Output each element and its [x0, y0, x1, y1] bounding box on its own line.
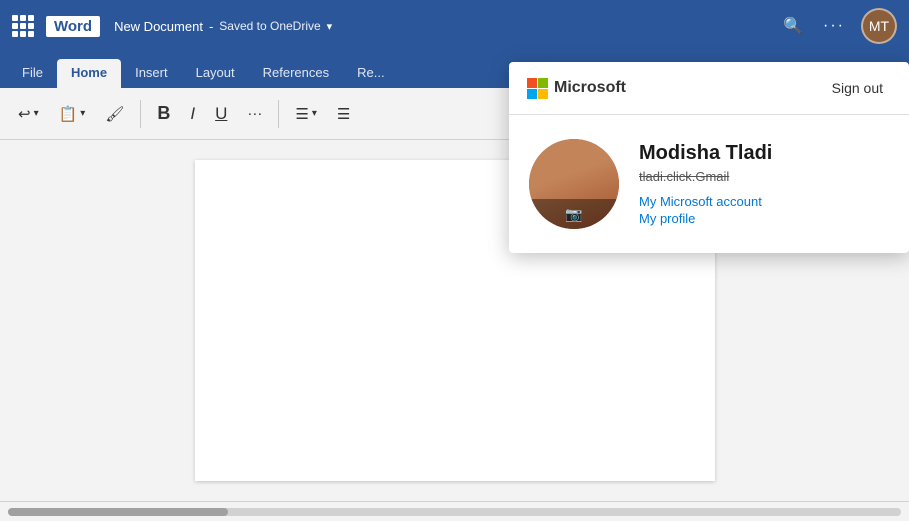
profile-popup: Microsoft Sign out 📷 Modisha Tladi tladi…	[509, 62, 909, 253]
user-avatar[interactable]: MT	[861, 8, 897, 44]
doc-name: New Document	[114, 19, 203, 34]
profile-info: Modisha Tladi tladi.click.Gmail My Micro…	[639, 142, 889, 226]
list-button[interactable]: ☰ ▾	[287, 100, 324, 128]
my-profile-link[interactable]: My profile	[639, 211, 889, 226]
format-painter-button[interactable]: 🖌	[97, 100, 132, 128]
title-separator: -	[209, 19, 213, 34]
sign-out-button[interactable]: Sign out	[824, 76, 891, 100]
separator-2	[278, 100, 279, 128]
italic-icon: I	[190, 104, 195, 124]
tab-file[interactable]: File	[8, 59, 57, 88]
camera-overlay: 📷	[529, 199, 619, 229]
more-format-icon: ···	[247, 105, 262, 122]
separator-1	[140, 100, 141, 128]
list-chevron: ▾	[312, 108, 317, 119]
undo-chevron: ▾	[34, 108, 39, 119]
tab-insert[interactable]: Insert	[121, 59, 182, 88]
tab-references[interactable]: References	[249, 59, 343, 88]
list-icon: ☰	[295, 105, 308, 123]
document-title: New Document - Saved to OneDrive ▾	[114, 19, 771, 34]
ms-sq1	[527, 78, 537, 88]
ms-sq4	[538, 89, 548, 99]
scroll-thumb[interactable]	[8, 508, 228, 516]
ms-sq2	[538, 78, 548, 88]
profile-email: tladi.click.Gmail	[639, 169, 889, 184]
tab-review[interactable]: Re...	[343, 59, 398, 88]
bold-icon: B	[157, 103, 170, 124]
clipboard-button[interactable]: 📋 ▾	[51, 100, 94, 128]
profile-links: My Microsoft account My profile	[639, 194, 889, 226]
underline-button[interactable]: U	[207, 99, 235, 129]
format-painter-icon: 🖌	[105, 105, 124, 123]
undo-icon: ↩	[18, 105, 31, 123]
undo-button[interactable]: ↩ ▾	[10, 100, 47, 128]
popup-header: Microsoft Sign out	[509, 62, 909, 115]
title-bar: Word New Document - Saved to OneDrive ▾ …	[0, 0, 909, 52]
word-logo: Word	[46, 16, 100, 37]
clipboard-chevron: ▾	[80, 108, 85, 119]
align-icon: ☰	[337, 105, 350, 123]
tab-home[interactable]: Home	[57, 59, 121, 88]
microsoft-logo: Microsoft	[527, 78, 626, 99]
bold-button[interactable]: B	[149, 98, 178, 129]
underline-icon: U	[215, 104, 227, 124]
camera-icon: 📷	[565, 206, 582, 223]
horizontal-scrollbar[interactable]	[8, 508, 901, 516]
more-options-button[interactable]: ···	[819, 13, 849, 39]
ms-sq3	[527, 89, 537, 99]
search-button[interactable]: 🔍	[779, 12, 807, 40]
profile-name: Modisha Tladi	[639, 142, 889, 165]
apps-grid-icon[interactable]	[12, 15, 34, 37]
profile-avatar[interactable]: 📷	[529, 139, 619, 229]
save-status: Saved to OneDrive	[219, 19, 320, 33]
bottom-bar	[0, 501, 909, 521]
tab-layout[interactable]: Layout	[182, 59, 249, 88]
align-button[interactable]: ☰	[329, 100, 358, 128]
my-account-link[interactable]: My Microsoft account	[639, 194, 889, 209]
popup-body: 📷 Modisha Tladi tladi.click.Gmail My Mic…	[509, 115, 909, 253]
clipboard-icon: 📋	[59, 105, 78, 123]
italic-button[interactable]: I	[182, 99, 203, 129]
title-chevron[interactable]: ▾	[327, 20, 333, 33]
title-actions: 🔍 ··· MT	[779, 8, 897, 44]
ms-label: Microsoft	[554, 79, 626, 97]
more-format-button[interactable]: ···	[239, 100, 270, 127]
ms-squares-icon	[527, 78, 548, 99]
